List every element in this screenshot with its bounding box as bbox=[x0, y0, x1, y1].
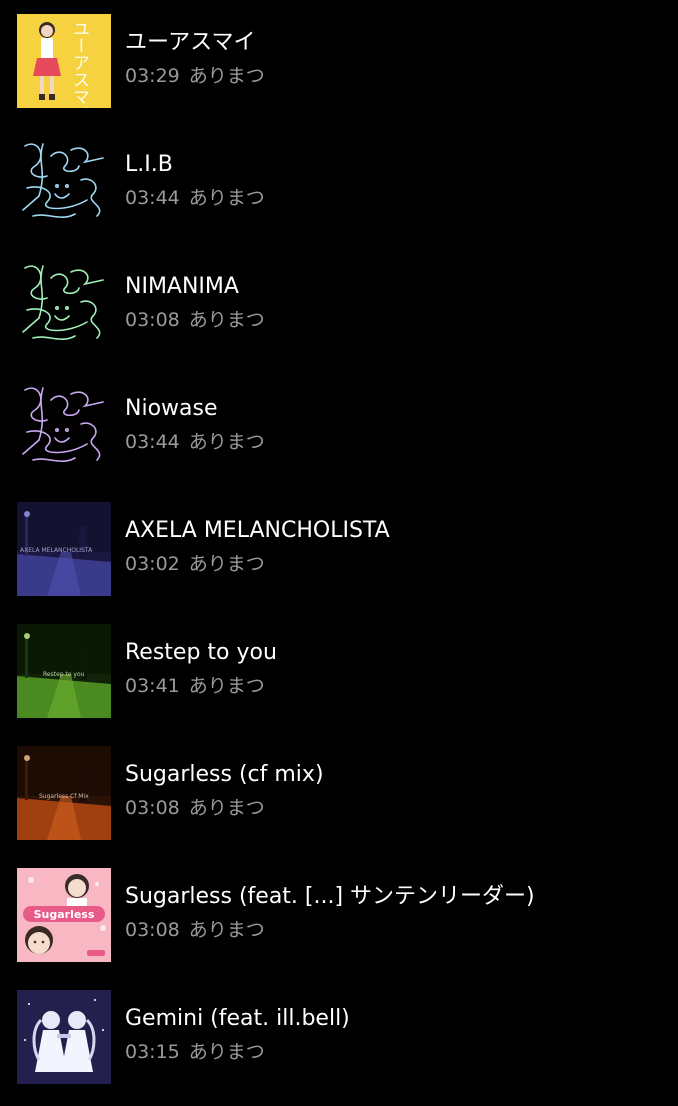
album-art: Sugarless bbox=[17, 868, 111, 962]
track-title: L.I.B bbox=[125, 152, 173, 177]
track-meta: 03:08 ありまつ bbox=[125, 306, 265, 334]
night-street-photo: Sugarless Cf Mix bbox=[17, 746, 111, 840]
album-art: ユーアスマイ bbox=[17, 14, 111, 108]
track-meta: 03:08 ありまつ bbox=[125, 794, 265, 822]
track-row[interactable]: Sugarless Sugarless (feat. [...] サンテンリーダ… bbox=[0, 854, 678, 976]
track-duration: 03:41 bbox=[125, 675, 180, 697]
track-title: Sugarless (feat. [...] サンテンリーダー) bbox=[125, 884, 535, 909]
track-row[interactable]: Niowase 03:44 ありまつ bbox=[0, 366, 678, 488]
scribble-signature-icon bbox=[17, 136, 111, 230]
track-artist: ありまつ bbox=[188, 1041, 265, 1063]
track-meta: 03:15 ありまつ bbox=[125, 1038, 265, 1066]
track-meta: 03:41 ありまつ bbox=[125, 672, 265, 700]
album-art: Sugarless Cf Mix bbox=[17, 746, 111, 840]
album-art-text: Sugarless Cf Mix bbox=[39, 793, 89, 800]
track-artist: ありまつ bbox=[188, 65, 265, 87]
track-duration: 03:02 bbox=[125, 553, 180, 575]
night-street-photo: AXELA MELANCHOLISTA bbox=[17, 502, 111, 596]
track-duration: 03:44 bbox=[125, 187, 180, 209]
track-list: ユーアスマイ ユーアスマイ 03:29 ありまつ L.I.B 03:44 ありま… bbox=[0, 0, 678, 1106]
album-art-illustration: ユーアスマイ bbox=[17, 14, 111, 108]
track-duration: 03:08 bbox=[125, 309, 180, 331]
album-art: Restep to you bbox=[17, 624, 111, 718]
track-artist: ありまつ bbox=[188, 431, 265, 453]
track-duration: 03:15 bbox=[125, 1041, 180, 1063]
album-art-text: ユーアスマイ bbox=[69, 20, 89, 108]
track-title: Gemini (feat. ill.bell) bbox=[125, 1006, 350, 1031]
track-title: NIMANIMA bbox=[125, 274, 239, 299]
track-row[interactable]: L.I.B 03:44 ありまつ bbox=[0, 122, 678, 244]
track-artist: ありまつ bbox=[188, 675, 265, 697]
scribble-signature-icon bbox=[17, 380, 111, 474]
scribble-signature-icon bbox=[17, 258, 111, 352]
track-artist: ありまつ bbox=[188, 919, 265, 941]
track-artist: ありまつ bbox=[188, 187, 265, 209]
album-art bbox=[17, 380, 111, 474]
track-artist: ありまつ bbox=[188, 553, 265, 575]
track-row[interactable]: Gemini (feat. ill.bell) 03:15 ありまつ bbox=[0, 976, 678, 1098]
track-row[interactable]: NIMANIMA 03:08 ありまつ bbox=[0, 244, 678, 366]
track-meta: 03:29 ありまつ bbox=[125, 62, 265, 90]
track-title: Sugarless (cf mix) bbox=[125, 762, 324, 787]
album-art-text: Sugarless bbox=[34, 908, 95, 921]
album-art-text: AXELA MELANCHOLISTA bbox=[20, 547, 93, 554]
album-art bbox=[17, 990, 111, 1084]
twin-figures-illustration bbox=[17, 990, 111, 1084]
track-duration: 03:08 bbox=[125, 797, 180, 819]
album-art: AXELA MELANCHOLISTA bbox=[17, 502, 111, 596]
night-street-photo: Restep to you bbox=[17, 624, 111, 718]
track-meta: 03:02 ありまつ bbox=[125, 550, 265, 578]
track-title: ユーアスマイ bbox=[125, 30, 256, 55]
track-duration: 03:29 bbox=[125, 65, 180, 87]
track-row[interactable]: AXELA MELANCHOLISTA AXELA MELANCHOLISTA … bbox=[0, 488, 678, 610]
track-meta: 03:44 ありまつ bbox=[125, 184, 265, 212]
track-title: Niowase bbox=[125, 396, 218, 421]
track-row[interactable]: Restep to you Restep to you 03:41 ありまつ bbox=[0, 610, 678, 732]
track-artist: ありまつ bbox=[188, 797, 265, 819]
track-title: Restep to you bbox=[125, 640, 277, 665]
track-meta: 03:08 ありまつ bbox=[125, 916, 265, 944]
track-duration: 03:44 bbox=[125, 431, 180, 453]
track-row[interactable]: ユーアスマイ ユーアスマイ 03:29 ありまつ bbox=[0, 0, 678, 122]
track-artist: ありまつ bbox=[188, 309, 265, 331]
track-meta: 03:44 ありまつ bbox=[125, 428, 265, 456]
track-title: AXELA MELANCHOLISTA bbox=[125, 518, 390, 543]
track-row[interactable]: Sugarless Cf Mix Sugarless (cf mix) 03:0… bbox=[0, 732, 678, 854]
track-duration: 03:08 bbox=[125, 919, 180, 941]
album-art bbox=[17, 136, 111, 230]
album-art bbox=[17, 258, 111, 352]
pink-illustration: Sugarless bbox=[17, 868, 111, 962]
album-art-text: Restep to you bbox=[43, 671, 85, 678]
